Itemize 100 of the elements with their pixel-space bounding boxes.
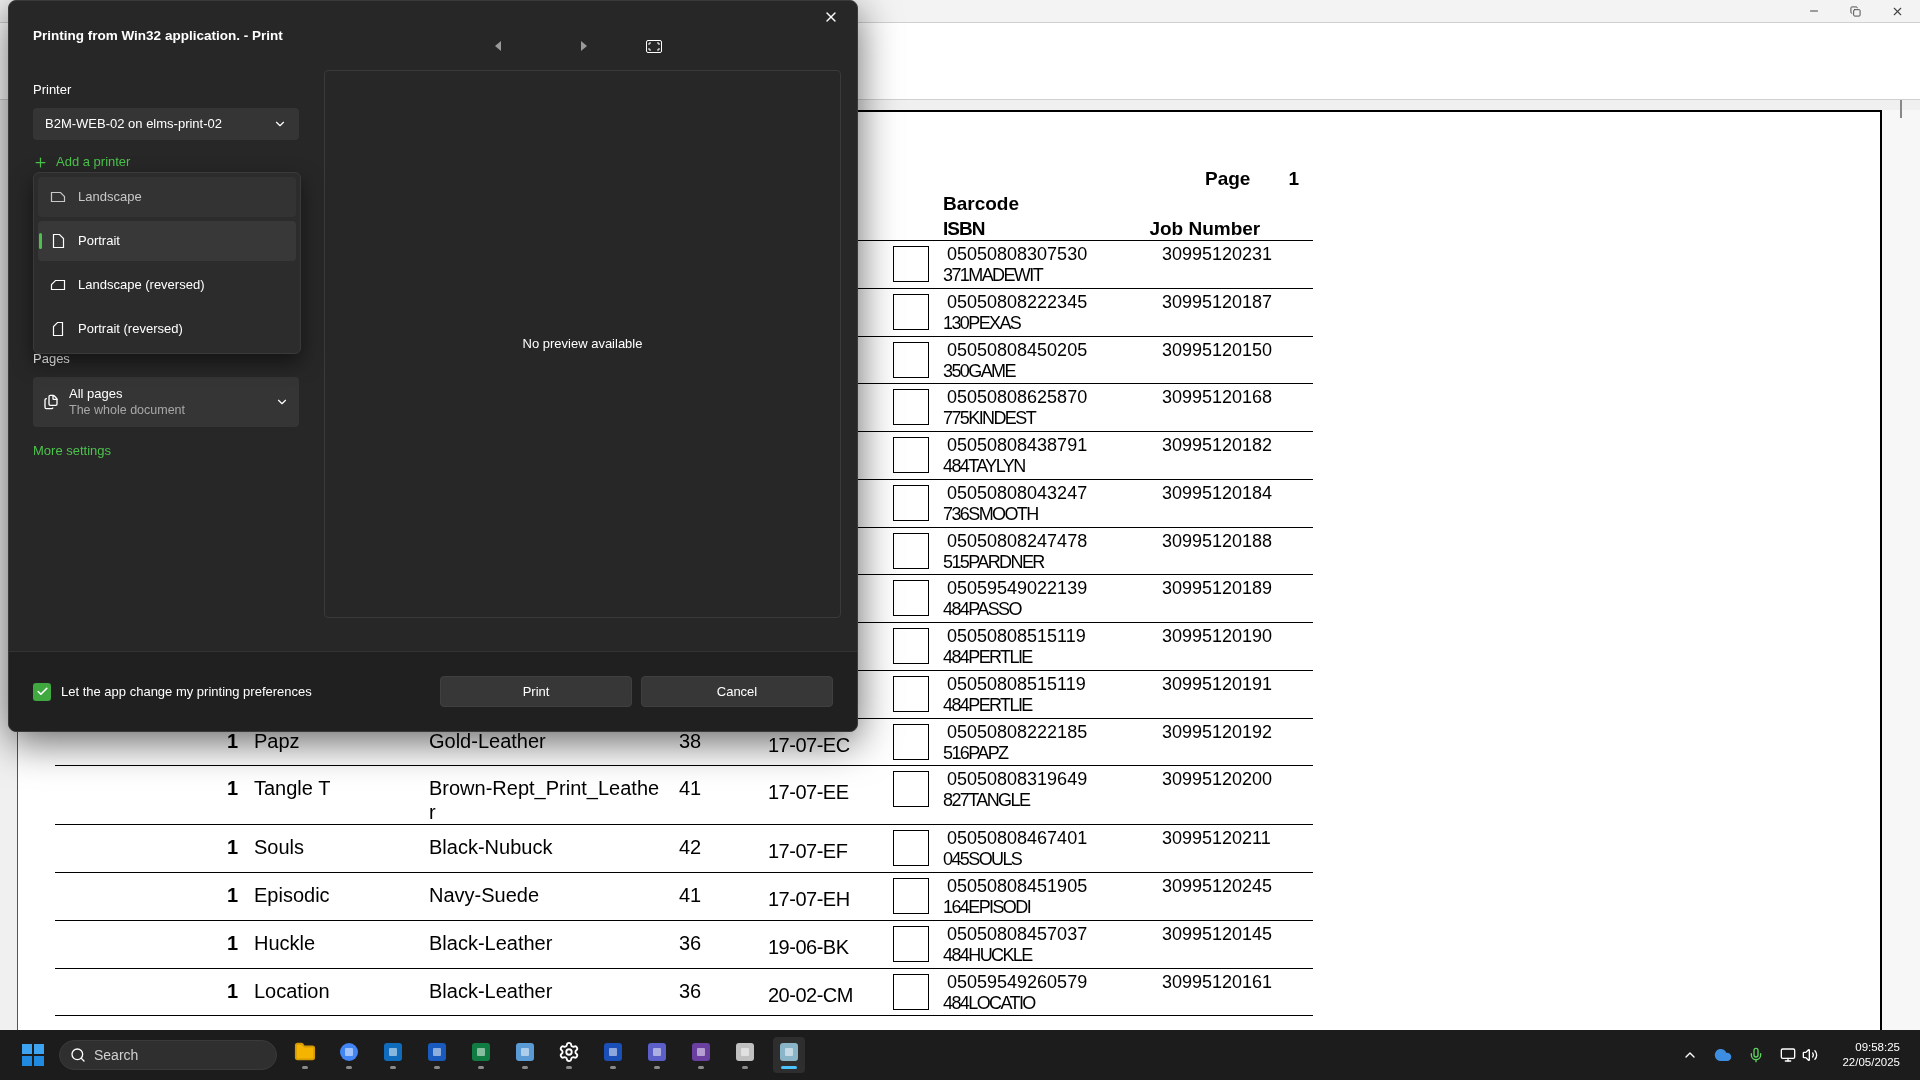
cloud-icon[interactable] — [1714, 1046, 1733, 1064]
isbn-suffix-cell-text: 736SMOOTH — [943, 503, 1039, 525]
isbn-suffix-cell-text: 484PASSO — [943, 599, 1023, 621]
colour-cell-text: Navy-Suede — [429, 883, 541, 907]
orientation-option[interactable]: Portrait — [38, 221, 296, 261]
job-number-cell: 30995120200 — [1162, 769, 1273, 790]
style-cell: Papz — [254, 729, 300, 752]
printer-label: Printer — [33, 81, 73, 99]
colour-cell-text: Gold-Leather — [429, 728, 547, 753]
job-number-cell: 30995120231 — [1162, 244, 1273, 264]
isbn-cell-text: 05050808247478 — [946, 530, 1089, 552]
column-header: Barcode — [943, 192, 1020, 216]
portrait-page-icon — [51, 321, 65, 337]
code-cell: 17-07-EF — [768, 840, 848, 863]
style-cell: Tangle T — [254, 777, 331, 800]
isbn-suffix-cell-text: 827TANGLE — [943, 790, 1031, 812]
isbn-cell-text: 05050808451905 — [946, 876, 1089, 897]
isbn-suffix-cell-text: 484HUCKLE — [943, 944, 1034, 966]
orientation-option[interactable]: Portrait (reversed) — [38, 309, 296, 349]
isbn-cell-text: 05050808457037 — [946, 923, 1089, 945]
isbn-cell-text: 05050808467401 — [946, 828, 1089, 850]
orientation-option[interactable]: Landscape (reversed) — [38, 265, 296, 305]
taskbar-app-icon[interactable] — [773, 1037, 805, 1073]
column-header: Job Number — [1149, 217, 1261, 240]
pages-value: All pages — [69, 386, 124, 402]
size-cell: 38 — [679, 729, 702, 752]
plus-icon — [33, 154, 48, 170]
isbn-cell-text: 05059549022139 — [946, 578, 1089, 600]
checkbox-label: Let the app change my printing preferences — [61, 682, 312, 701]
isbn-cell-text: 05050808222185 — [946, 721, 1089, 743]
quantity-cell: 1 — [226, 931, 238, 954]
code-cell: 17-07-EH — [768, 888, 850, 910]
isbn-cell-text: 05050808438791 — [946, 435, 1089, 456]
job-number-cell: 30995120182 — [1162, 435, 1273, 455]
size-cell: 36 — [679, 931, 702, 954]
isbn-suffix-cell-text: 350GAME — [943, 360, 1017, 382]
isbn-cell-text: 05050808222345 — [946, 291, 1089, 313]
job-number-cell: 30995120189 — [1162, 578, 1273, 599]
quantity-cell: 1 — [226, 836, 238, 859]
colour-cell-text: Brown-Rept_Print_Leather — [429, 776, 661, 825]
search-icon — [70, 1047, 86, 1063]
quantity-cell: 1 — [226, 979, 238, 1002]
restore-icon[interactable] — [1850, 5, 1861, 17]
colour-cell-text: Black-Leather — [429, 978, 554, 1003]
dialog-button[interactable]: Cancel — [641, 676, 833, 707]
code-cell: 19-06-BK — [768, 935, 849, 958]
isbn-cell-text: 05050808515119 — [946, 626, 1087, 647]
style-cell: Huckle — [254, 931, 316, 954]
code-cell: 20-02-CM — [768, 983, 853, 1006]
landscape-page-icon — [50, 278, 66, 292]
code-cell: 17-07-EC — [768, 733, 850, 756]
size-cell: 42 — [679, 836, 702, 859]
quantity-cell: 1 — [226, 884, 238, 906]
page-label: Page — [1205, 167, 1251, 191]
style-cell: Episodic — [254, 884, 330, 906]
pages-description: The whole document — [69, 402, 187, 418]
size-cell: 41 — [679, 884, 702, 906]
portrait-page-icon — [51, 233, 65, 249]
printer-dropdown[interactable]: B2M-WEB-02 on elms-print-02 — [33, 108, 299, 140]
pages-label: Pages — [33, 350, 71, 368]
quantity-cell: 1 — [226, 777, 238, 800]
isbn-suffix-cell-text: 775KINDEST — [943, 408, 1037, 430]
orientation-option[interactable]: Landscape — [38, 177, 296, 217]
style-cell: Souls — [254, 836, 305, 859]
pages-icon — [43, 394, 59, 410]
job-number-cell: 30995120184 — [1162, 482, 1273, 503]
quantity-cell: 1 — [226, 729, 238, 752]
pages-dropdown[interactable]: All pages The whole document — [33, 377, 299, 427]
page-number: 1 — [1288, 167, 1299, 191]
column-header: ISBN — [943, 217, 985, 240]
job-number-cell: 30995120191 — [1162, 673, 1273, 694]
job-number-cell: 30995120192 — [1162, 721, 1273, 742]
style-cell: Location — [254, 979, 330, 1002]
code-cell: 17-07-EE — [768, 781, 849, 804]
start-icon[interactable] — [22, 1044, 44, 1066]
clock-time[interactable]: 09:58:25 — [1855, 1040, 1900, 1055]
next-page-icon[interactable] — [580, 41, 588, 51]
previous-page-icon[interactable] — [494, 41, 502, 51]
selection-indicator — [39, 233, 42, 249]
scrollbar-thumb[interactable] — [1900, 100, 1902, 118]
isbn-suffix-cell-text: 045SOULS — [943, 849, 1023, 871]
check-icon — [35, 685, 49, 698]
isbn-suffix-cell-text: 516PAPZ — [943, 742, 1010, 764]
job-number-cell: 30995120245 — [1162, 876, 1273, 896]
job-number-cell: 30995120190 — [1162, 626, 1273, 646]
preferences-checkbox[interactable] — [33, 682, 51, 701]
search-field[interactable]: Search — [59, 1040, 277, 1070]
dialog-button[interactable]: Print — [440, 676, 632, 707]
size-cell: 41 — [679, 777, 702, 800]
landscape-page-icon — [50, 190, 66, 204]
add-printer-link[interactable]: Add a printer — [33, 152, 309, 172]
fit-to-page-icon[interactable] — [646, 39, 662, 53]
more-settings-link[interactable]: More settings — [33, 441, 112, 461]
isbn-suffix-cell-text: 484TAYLYN — [943, 456, 1026, 477]
job-number-cell: 30995120145 — [1162, 923, 1273, 944]
isbn-cell-text: 05050808319649 — [946, 769, 1089, 791]
clock-date[interactable]: 22/05/2025 — [1842, 1055, 1900, 1070]
isbn-suffix-cell-text: 484PERTLIE — [943, 694, 1034, 716]
volume-icon[interactable] — [1802, 1047, 1819, 1063]
job-number-cell: 30995120187 — [1162, 291, 1273, 312]
